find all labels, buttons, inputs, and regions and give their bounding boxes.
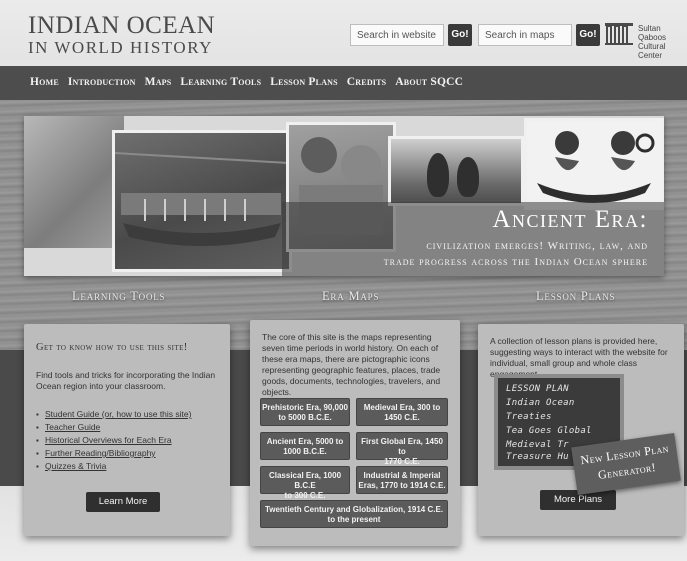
era-first-global-line1: First Global Era, 1450 to xyxy=(361,437,443,456)
banner-subtitle-line-2: trade progress across the Indian Ocean s… xyxy=(383,256,648,268)
nav-home[interactable]: Home xyxy=(30,76,59,88)
era-first-global-button[interactable]: First Global Era, 1450 to 1770 C.E. xyxy=(356,432,448,466)
maps-search-input[interactable]: Search in maps xyxy=(478,24,572,46)
partner-name: Sultan Qaboos Cultural Center xyxy=(638,24,687,60)
learn-more-button[interactable]: Learn More xyxy=(86,492,160,512)
chalk-line-5: Medieval Tr xyxy=(506,440,569,450)
banner-photo-figurines xyxy=(388,136,524,206)
era-classical-button[interactable]: Classical Era, 1000 B.C.E to 300 C.E. xyxy=(260,466,350,500)
nav-learning-tools[interactable]: Learning Tools xyxy=(180,76,261,88)
partner-line-2: Cultural Center xyxy=(638,42,666,60)
link-quizzes-trivia[interactable]: Quizzes & Trivia xyxy=(45,460,191,473)
page: INDIAN OCEAN IN WORLD HISTORY Search in … xyxy=(0,0,687,561)
nav-introduction[interactable]: Introduction xyxy=(68,76,136,88)
logo-line-2: IN WORLD HISTORY xyxy=(28,38,213,57)
era-prehistoric-button[interactable]: Prehistoric Era, 90,000 to 5000 B.C.E. xyxy=(260,398,350,426)
hero-banner[interactable]: Ancient Era: civilization emerges! Writi… xyxy=(24,116,664,276)
maps-search-go-button[interactable]: Go! xyxy=(576,24,600,46)
era-ancient-button[interactable]: Ancient Era, 5000 to 1000 B.C.E. xyxy=(260,432,350,460)
chalk-line-3: Treaties xyxy=(506,412,552,422)
era-medieval-line1: Medieval Era, 300 to xyxy=(363,403,441,412)
chalk-line-2: Indian Ocean xyxy=(506,398,575,408)
era-twentieth-line1: Twentieth Century and Globalization, 191… xyxy=(264,505,444,514)
logo-line-1: INDIAN OCEAN xyxy=(28,12,216,39)
building-columns-icon[interactable] xyxy=(604,20,634,46)
ship-relief-illustration xyxy=(114,152,290,246)
chalk-line-6: Treasure Hu xyxy=(506,452,569,462)
nav-about-sqcc[interactable]: About SQCC xyxy=(395,76,463,88)
era-twentieth-line2: to the present xyxy=(327,515,381,524)
partner-line-1: Sultan Qaboos xyxy=(638,24,667,42)
era-prehistoric-line1: Prehistoric Era, 90,000 xyxy=(262,403,348,412)
era-ancient-line1: Ancient Era, 5000 to xyxy=(266,437,344,446)
era-medieval-line2: 1450 C.E. xyxy=(384,413,420,422)
main-navigation: Home Introduction Maps Learning Tools Le… xyxy=(0,66,687,100)
learning-links-list: Student Guide (or, how to use this site)… xyxy=(45,408,191,473)
nav-maps[interactable]: Maps xyxy=(145,76,172,88)
nav-credits[interactable]: Credits xyxy=(347,76,387,88)
lesson-plans-card: A collection of lesson plans is provided… xyxy=(478,324,684,536)
banner-subtitle-line-1: civilization emerges! Writing, law, and xyxy=(426,240,648,252)
era-medieval-button[interactable]: Medieval Era, 300 to 1450 C.E. xyxy=(356,398,448,426)
learning-card-description: Find tools and tricks for incorporating … xyxy=(36,370,216,391)
link-student-guide[interactable]: Student Guide (or, how to use this site) xyxy=(45,408,191,421)
learning-tools-card: Get to know how to use this site! Find t… xyxy=(24,324,230,536)
era-industrial-line2: Eras, 1770 to 1914 C.E. xyxy=(358,481,446,490)
era-ancient-line2: 1000 B.C.E. xyxy=(283,447,327,456)
website-search-go-button[interactable]: Go! xyxy=(448,24,472,46)
banner-photo-ship-relief xyxy=(112,130,292,272)
era-maps-card: The core of this site is the maps repres… xyxy=(250,320,460,546)
era-maps-heading[interactable]: Era Maps xyxy=(322,289,379,304)
maps-card-description: The core of this site is the maps repres… xyxy=(262,332,441,397)
learning-tools-heading[interactable]: Learning Tools xyxy=(72,289,165,304)
chalk-line-1: LESSON PLAN xyxy=(506,384,569,394)
nav-list: Home Introduction Maps Learning Tools Le… xyxy=(30,76,463,88)
link-further-reading[interactable]: Further Reading/Bibliography xyxy=(45,447,191,460)
learning-card-heading: Get to know how to use this site! xyxy=(36,342,188,353)
banner-title: Ancient Era: xyxy=(492,206,648,233)
era-classical-line1: Classical Era, 1000 B.C.E xyxy=(268,471,342,490)
link-historical-overviews[interactable]: Historical Overviews for Each Era xyxy=(45,434,191,447)
era-twentieth-century-button[interactable]: Twentieth Century and Globalization, 191… xyxy=(260,500,448,528)
site-logo[interactable]: INDIAN OCEAN IN WORLD HISTORY xyxy=(28,12,216,58)
era-prehistoric-line2: to 5000 B.C.E. xyxy=(278,413,332,422)
era-industrial-line1: Industrial & Imperial xyxy=(363,471,441,480)
link-teacher-guide[interactable]: Teacher Guide xyxy=(45,421,191,434)
rowers-illustration xyxy=(537,131,655,203)
nav-lesson-plans[interactable]: Lesson Plans xyxy=(270,76,338,88)
era-industrial-button[interactable]: Industrial & Imperial Eras, 1770 to 1914… xyxy=(356,466,448,494)
banner-caption: Ancient Era: civilization emerges! Writi… xyxy=(282,202,664,276)
chalk-line-4: Tea Goes Global xyxy=(506,426,592,436)
website-search-input[interactable]: Search in website xyxy=(350,24,444,46)
banner-photo-statue xyxy=(24,116,124,248)
lesson-plans-heading[interactable]: Lesson Plans xyxy=(536,289,615,304)
banner-photo-drawing xyxy=(524,118,664,210)
